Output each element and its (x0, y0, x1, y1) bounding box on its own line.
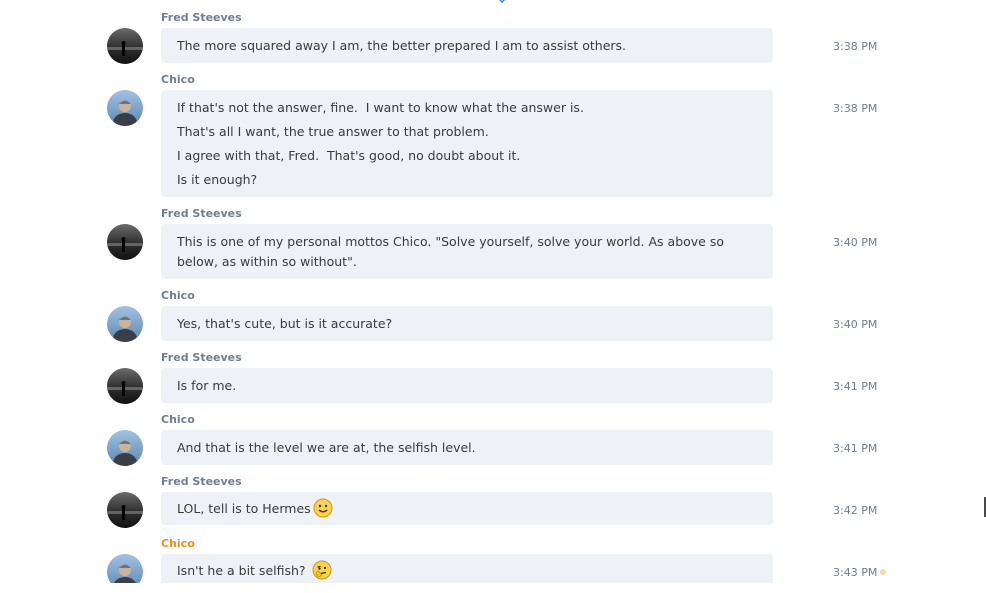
smile-emoji-icon[interactable] (313, 498, 333, 518)
timestamp: 3:40 PM (833, 318, 878, 331)
sender-name[interactable]: Fred Steeves (161, 351, 242, 365)
timestamp: 3:38 PM (833, 40, 878, 53)
fred-avatar[interactable] (107, 224, 143, 260)
message-bubble[interactable]: LOL, tell is to Hermes (161, 492, 773, 525)
sender-name[interactable]: Chico (161, 537, 195, 551)
timestamp: 3:40 PM (833, 236, 878, 249)
message-bubble[interactable]: The more squared away I am, the better p… (161, 28, 773, 63)
timestamp: 3:41 PM (833, 442, 878, 455)
sender-name[interactable]: Chico (161, 413, 195, 427)
chico-avatar[interactable] (107, 430, 143, 466)
message-bubble[interactable]: Is for me. (161, 368, 773, 403)
timestamp: 3:42 PM (833, 504, 878, 517)
message-text-content: Isn't he a bit selfish? (177, 563, 310, 578)
message-text: Isn't he a bit selfish? (177, 560, 757, 581)
message-text: The more squared away I am, the better p… (177, 38, 627, 53)
chat-history[interactable]: Fred Steeves The more squared away I am,… (0, 0, 986, 583)
message-text: Is it enough? (177, 172, 258, 187)
message-text: This is one of my personal mottos Chico.… (177, 234, 728, 269)
thinking-emoji-icon[interactable] (312, 560, 332, 580)
timestamp: 3:43 PM (833, 566, 878, 579)
message-text: Is for me. (177, 378, 237, 393)
chico-avatar[interactable] (107, 90, 143, 126)
sender-name[interactable]: Chico (161, 289, 195, 303)
sender-name[interactable]: Fred Steeves (161, 475, 242, 489)
message-text: That's all I want, the true answer to th… (177, 124, 489, 139)
message-text: And that is the level we are at, the sel… (177, 440, 476, 455)
timestamp: 3:38 PM (833, 102, 878, 115)
message-bubble[interactable]: Yes, that's cute, but is it accurate? (161, 306, 773, 341)
message-text: LOL, tell is to Hermes (177, 498, 757, 519)
sender-name[interactable]: Fred Steeves (161, 11, 242, 25)
message-text: Yes, that's cute, but is it accurate? (177, 316, 393, 331)
message-bubble[interactable]: And that is the level we are at, the sel… (161, 430, 773, 465)
chico-avatar[interactable] (107, 554, 143, 583)
message-bubble[interactable]: If that's not the answer, fine. I want t… (161, 90, 773, 197)
scroll-indicator-icon (499, 0, 505, 3)
message-bubble[interactable]: This is one of my personal mottos Chico.… (161, 224, 773, 279)
sender-name[interactable]: Fred Steeves (161, 207, 242, 221)
chico-avatar[interactable] (107, 306, 143, 342)
message-text-content: LOL, tell is to Hermes (177, 501, 311, 516)
sender-name[interactable]: Chico (161, 73, 195, 87)
message-text: If that's not the answer, fine. I want t… (177, 100, 584, 115)
delivery-status-icon (880, 569, 886, 575)
message-text: I agree with that, Fred. That's good, no… (177, 148, 521, 163)
fred-avatar[interactable] (107, 28, 143, 64)
fred-avatar[interactable] (107, 368, 143, 404)
message-bubble[interactable]: Isn't he a bit selfish? (161, 554, 773, 583)
timestamp: 3:41 PM (833, 380, 878, 393)
fred-avatar[interactable] (107, 492, 143, 528)
